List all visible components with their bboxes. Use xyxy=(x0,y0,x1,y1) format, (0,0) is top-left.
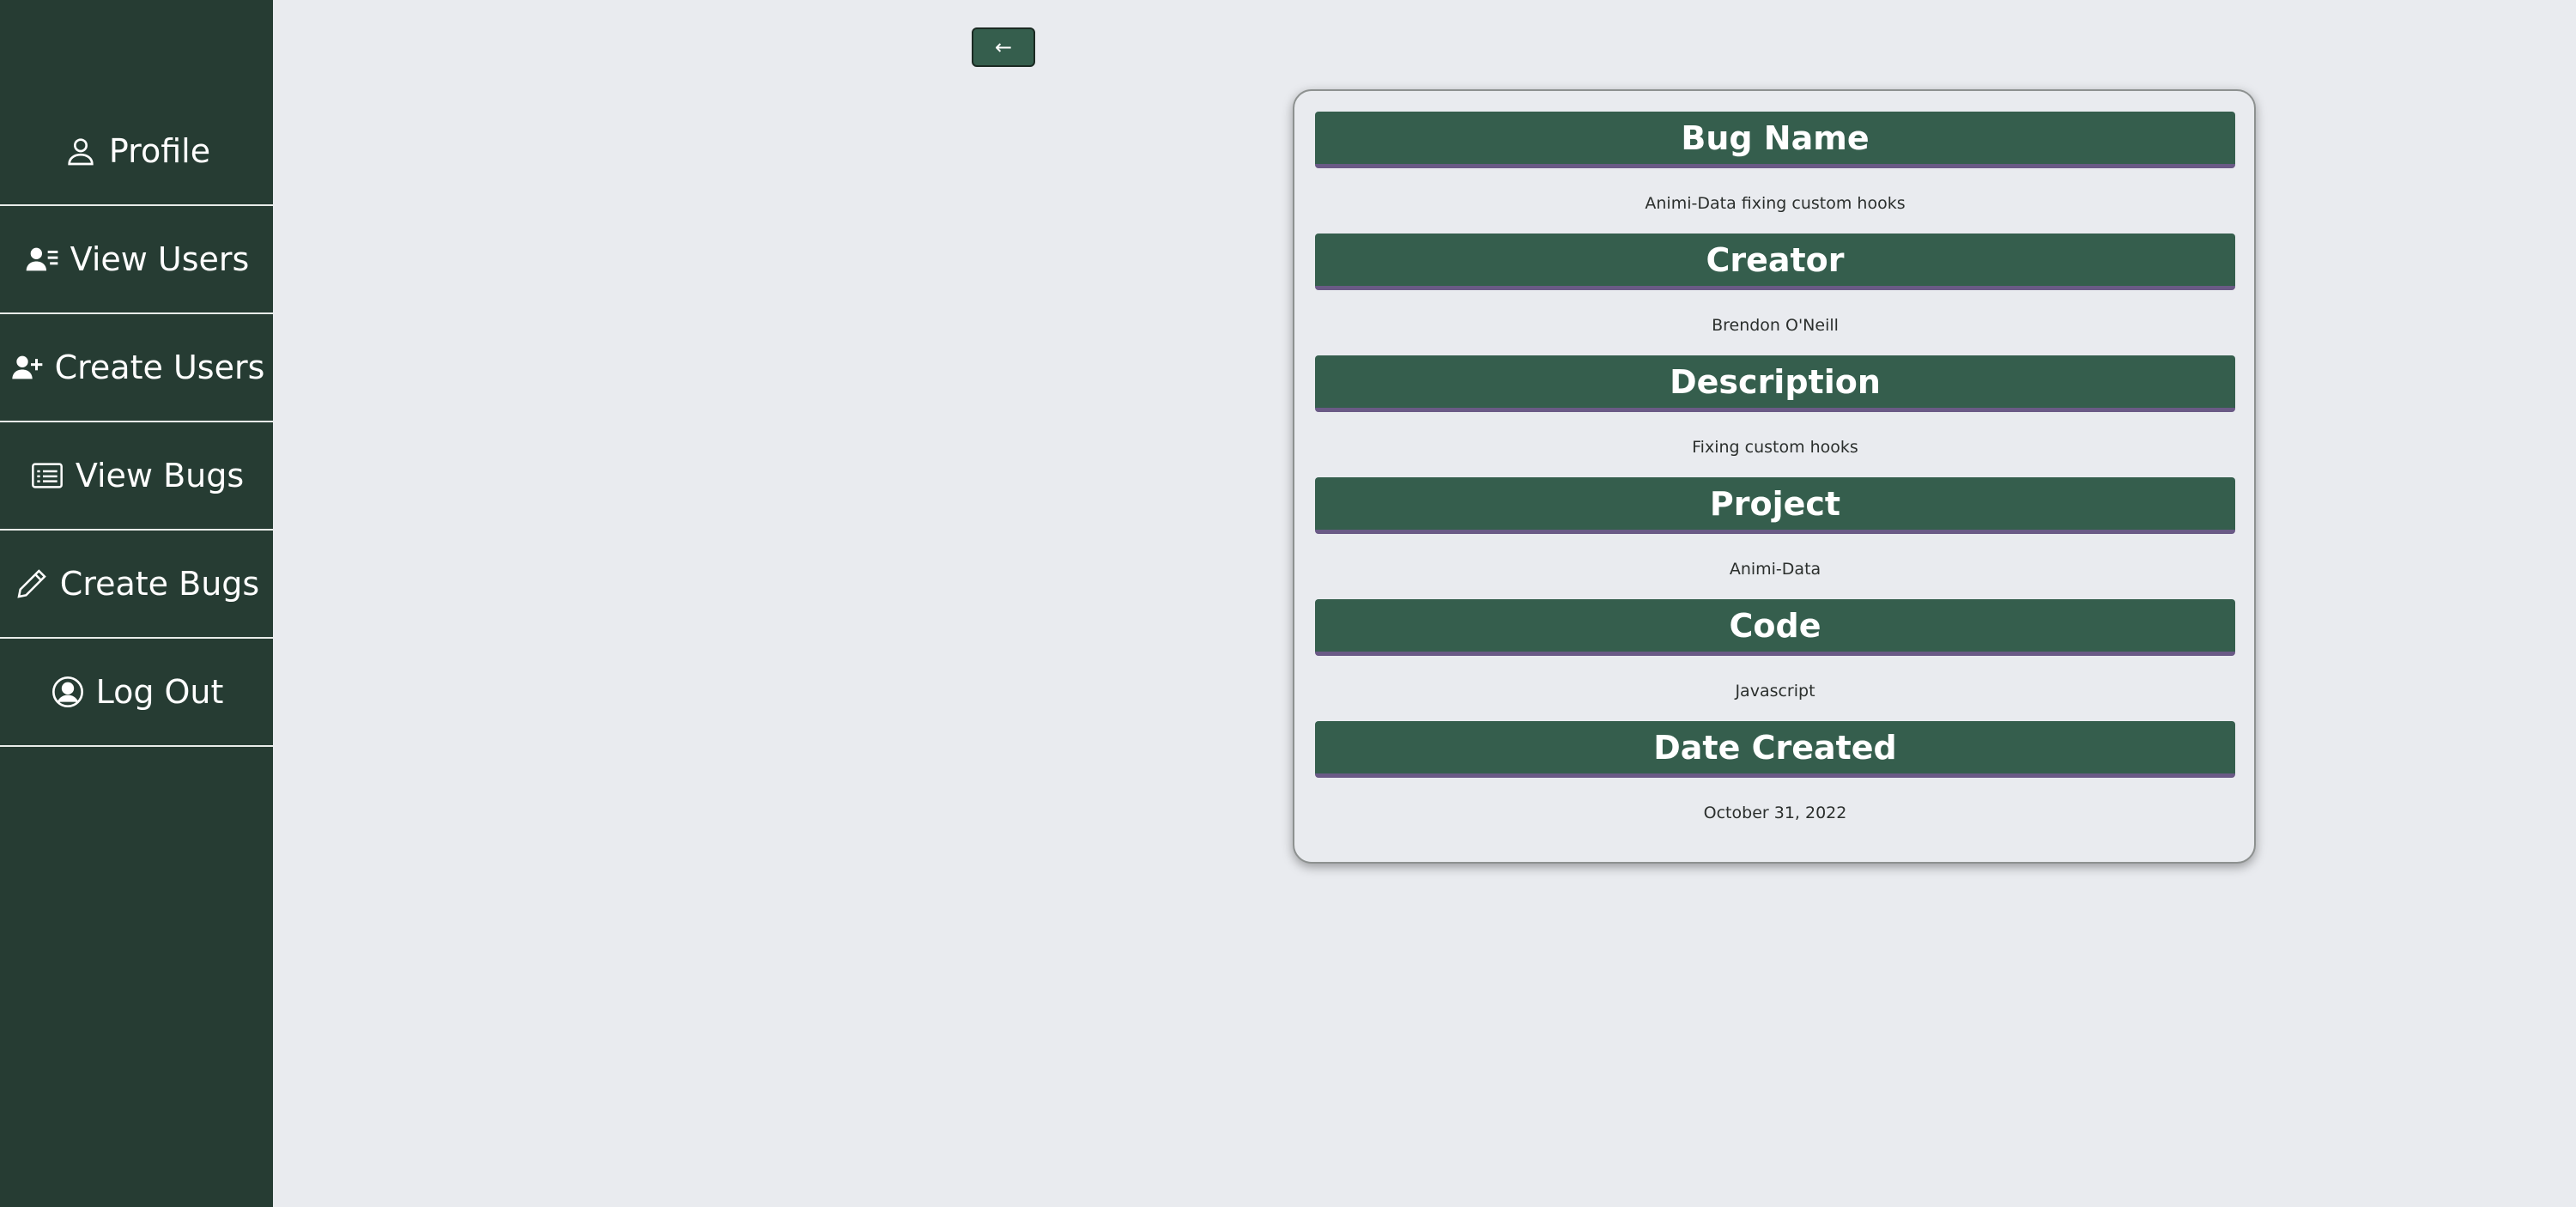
sidebar-item-profile[interactable]: Profile xyxy=(0,98,273,206)
person-icon xyxy=(63,133,99,169)
sidebar-item-label: Profile xyxy=(108,132,211,170)
sidebar-item-label: Log Out xyxy=(95,673,224,711)
creator-header: Creator xyxy=(1315,234,2235,290)
pencil-icon xyxy=(14,566,50,602)
bug-name-value: Animi-Data fixing custom hooks xyxy=(1645,194,1906,213)
code-value: Javascript xyxy=(1735,682,1815,701)
sidebar: Profile View Users Create Users View Bug… xyxy=(0,0,273,1207)
sidebar-item-label: View Bugs xyxy=(75,457,245,494)
code-header: Code xyxy=(1315,599,2235,656)
bug-details-card: Bug Name Animi-Data fixing custom hooks … xyxy=(1293,89,2256,864)
sidebar-nav: Profile View Users Create Users View Bug… xyxy=(0,98,273,747)
sidebar-item-view-bugs[interactable]: View Bugs xyxy=(0,422,273,531)
user-plus-icon xyxy=(9,349,45,385)
sidebar-item-create-users[interactable]: Create Users xyxy=(0,314,273,422)
date-created-header: Date Created xyxy=(1315,721,2235,778)
back-button[interactable]: ← xyxy=(972,27,1035,67)
sidebar-item-label: Create Bugs xyxy=(59,565,260,603)
bug-name-header: Bug Name xyxy=(1315,112,2235,168)
project-header: Project xyxy=(1315,477,2235,534)
project-value: Animi-Data xyxy=(1729,560,1821,579)
back-arrow-icon: ← xyxy=(994,35,1013,59)
sidebar-item-create-bugs[interactable]: Create Bugs xyxy=(0,531,273,639)
creator-value: Brendon O'Neill xyxy=(1712,316,1839,335)
date-created-value: October 31, 2022 xyxy=(1703,804,1847,822)
person-circle-icon xyxy=(50,674,86,710)
sidebar-item-log-out[interactable]: Log Out xyxy=(0,639,273,747)
description-value: Fixing custom hooks xyxy=(1692,438,1858,457)
sidebar-item-label: View Users xyxy=(70,240,250,278)
description-header: Description xyxy=(1315,355,2235,412)
sidebar-item-label: Create Users xyxy=(54,349,265,386)
sidebar-item-view-users[interactable]: View Users xyxy=(0,206,273,314)
list-icon xyxy=(29,458,65,494)
users-list-icon xyxy=(24,241,60,277)
